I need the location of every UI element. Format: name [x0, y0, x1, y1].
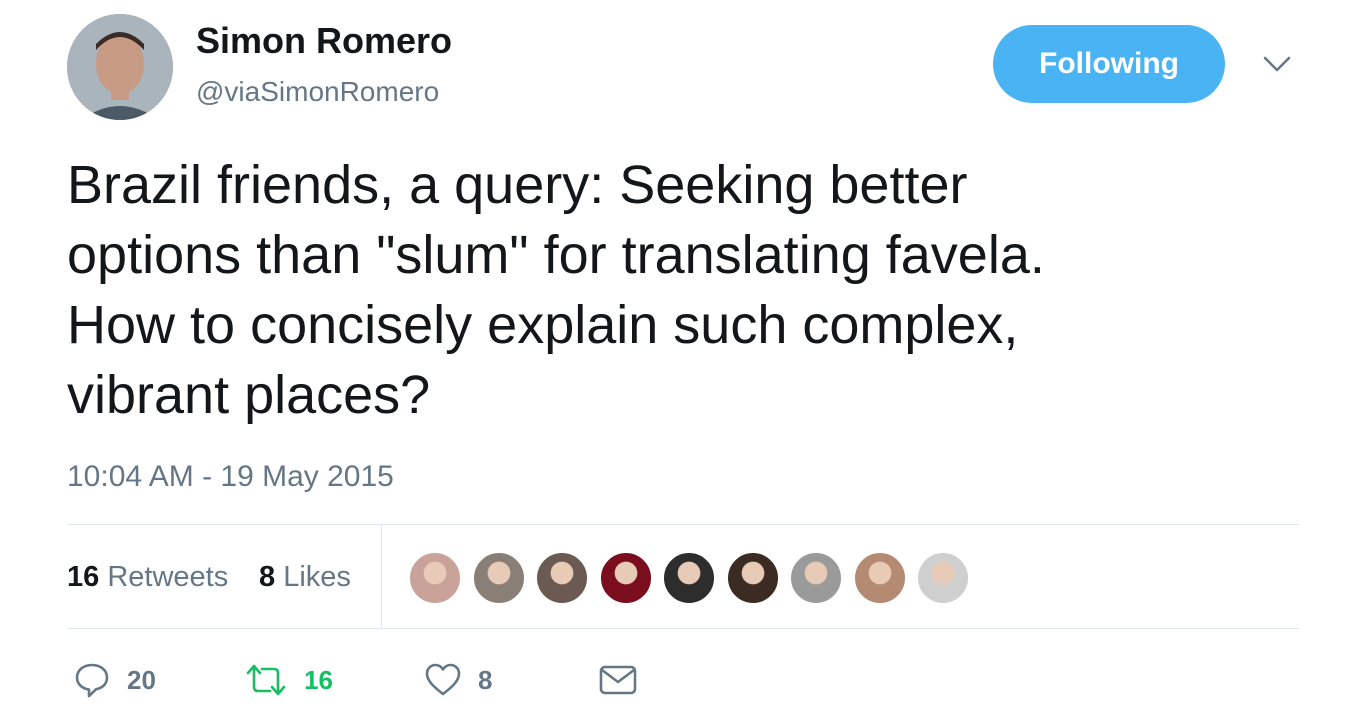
- liker-avatar[interactable]: [535, 551, 589, 605]
- likes-label: Likes: [283, 561, 351, 593]
- liker-avatar[interactable]: [852, 551, 907, 605]
- envelope-icon: [599, 665, 637, 695]
- retweets-label: Retweets: [107, 561, 229, 593]
- chevron-down-icon: [1263, 56, 1291, 72]
- retweets-count: 16: [67, 561, 100, 593]
- likes-count: 8: [259, 561, 276, 593]
- liker-avatar[interactable]: [471, 551, 526, 605]
- like-button[interactable]: 8: [424, 658, 492, 702]
- more-options-button[interactable]: [1262, 50, 1292, 76]
- tweet-text: Brazil friends, a query: Seeking better …: [67, 155, 1045, 425]
- liker-avatar[interactable]: [408, 551, 462, 605]
- author-handle[interactable]: @viaSimonRomero: [196, 76, 439, 108]
- author-name[interactable]: Simon Romero: [196, 20, 452, 62]
- avatar-image: [67, 14, 173, 120]
- liker-avatar[interactable]: [789, 551, 843, 605]
- likes-stat[interactable]: 8 Likes: [259, 561, 351, 594]
- divider: [67, 628, 1299, 629]
- liker-avatar[interactable]: [916, 551, 970, 605]
- retweet-icon: [246, 664, 286, 696]
- tweet-timestamp[interactable]: 10:04 AM - 19 May 2015: [67, 460, 394, 494]
- retweet-count: 16: [304, 664, 333, 695]
- reply-count: 20: [127, 664, 156, 695]
- liker-avatar[interactable]: [725, 551, 780, 605]
- heart-icon: [425, 663, 461, 696]
- following-button[interactable]: Following: [993, 25, 1225, 103]
- direct-message-button[interactable]: [598, 658, 638, 702]
- liker-avatar[interactable]: [598, 551, 653, 605]
- retweets-stat[interactable]: 16 Retweets: [67, 561, 228, 594]
- divider: [381, 525, 382, 628]
- divider: [67, 524, 1299, 525]
- reply-icon: [75, 663, 109, 698]
- like-count: 8: [478, 664, 493, 695]
- author-avatar[interactable]: [67, 14, 173, 120]
- retweet-button[interactable]: 16: [244, 658, 333, 702]
- reply-button[interactable]: 20: [73, 658, 156, 702]
- liker-avatar[interactable]: [662, 551, 716, 605]
